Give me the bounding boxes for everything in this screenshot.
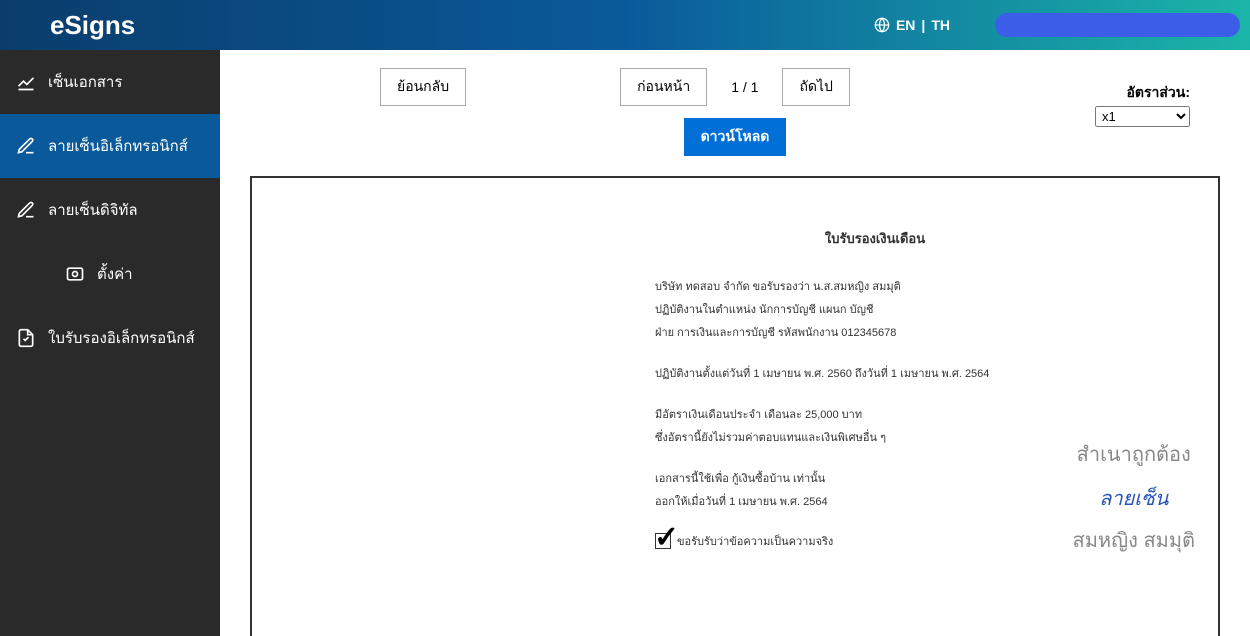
stamp-name: สมหญิง สมมุติ: [1073, 524, 1196, 556]
prev-page-button[interactable]: ก่อนหน้า: [620, 68, 707, 106]
page-indicator: 1 / 1: [723, 79, 766, 95]
sidebar-item-settings[interactable]: ตั้งค่า: [0, 242, 220, 306]
back-button[interactable]: ย้อนกลับ: [380, 68, 466, 106]
doc-line: บริษัท ทดสอบ จำกัด ขอรับรองว่า น.ส.สมหญิ…: [655, 277, 1095, 295]
sidebar-item-label: เซ็นเอกสาร: [48, 70, 122, 94]
sidebar-item-label: ลายเซ็นอิเล็กทรอนิกส์: [48, 134, 188, 158]
document-viewer: ใบรับรองเงินเดือน บริษัท ทดสอบ จำกัด ขอร…: [250, 176, 1220, 636]
sidebar-item-ecertificate[interactable]: ใบรับรองอิเล็กทรอนิกส์: [0, 306, 220, 370]
sidebar-item-esignature[interactable]: ลายเซ็นอิเล็กทรอนิกส์: [0, 114, 220, 178]
sidebar-item-label: ตั้งค่า: [97, 262, 133, 286]
next-page-button[interactable]: ถัดไป: [782, 68, 850, 106]
sidebar: เซ็นเอกสาร ลายเซ็นอิเล็กทรอนิกส์ ลายเซ็น…: [0, 50, 220, 636]
edit-icon: [16, 136, 36, 156]
document-page: ใบรับรองเงินเดือน บริษัท ทดสอบ จำกัด ขอร…: [615, 178, 1135, 636]
sidebar-item-sign-doc[interactable]: เซ็นเอกสาร: [0, 50, 220, 114]
sidebar-item-label: ใบรับรองอิเล็กทรอนิกส์: [48, 326, 195, 350]
stamp-correct: สำเนาถูกต้อง: [1073, 438, 1196, 470]
edit-icon: [16, 200, 36, 220]
doc-line: มีอัตราเงินเดือนประจำ เดือนละ 25,000 บาท: [655, 405, 1095, 423]
sidebar-item-label: ลายเซ็นดิจิทัล: [48, 198, 138, 222]
doc-line: ซึ่งอัตรานี้ยังไม่รวมค่าตอบแทนและเงินพิเ…: [655, 428, 1095, 446]
toolbar: ย้อนกลับ ก่อนหน้า 1 / 1 ถัดไป อัตราส่วน:…: [220, 50, 1250, 166]
lang-th[interactable]: TH: [931, 17, 950, 33]
ratio-select[interactable]: x1: [1095, 106, 1190, 127]
download-button[interactable]: ดาวน์โหลด: [684, 118, 787, 156]
top-header: eSigns EN | TH: [0, 0, 1250, 50]
confirmation-check: ✓ ขอรับรับว่าข้อความเป็นความจริง: [655, 532, 1095, 550]
doc-line: ปฏิบัติงานในตำแหน่ง นักการบัญชี แผนก บัญ…: [655, 300, 1095, 318]
ratio-label: อัตราส่วน:: [1095, 82, 1190, 104]
language-switcher[interactable]: EN | TH: [874, 17, 950, 33]
doc-line: ฝ่าย การเงินและการบัญชี รหัสพนักงาน 0123…: [655, 323, 1095, 341]
doc-line: ออกให้เมื่อวันที่ 1 เมษายน พ.ศ. 2564: [655, 492, 1095, 510]
pen-icon: [16, 72, 36, 92]
lang-en[interactable]: EN: [896, 17, 915, 33]
lang-divider: |: [921, 17, 925, 33]
main-content: ย้อนกลับ ก่อนหน้า 1 / 1 ถัดไป อัตราส่วน:…: [220, 50, 1250, 636]
header-action-pill[interactable]: [995, 13, 1240, 37]
cert-icon: [16, 328, 36, 348]
app-logo: eSigns: [50, 10, 135, 41]
check-text: ขอรับรับว่าข้อความเป็นความจริง: [677, 532, 833, 550]
doc-line: เอกสารนี้ใช้เพื่อ กู้เงินซื้อบ้าน เท่านั…: [655, 469, 1095, 487]
stamp-signature: ลายเซ็น: [1073, 482, 1196, 514]
doc-line: ปฏิบัติงานตั้งแต่วันที่ 1 เมษายน พ.ศ. 25…: [655, 364, 1095, 382]
doc-title: ใบรับรองเงินเดือน: [655, 228, 1095, 249]
sidebar-item-digital-sig[interactable]: ลายเซ็นดิจิทัล: [0, 178, 220, 242]
checkbox-icon: ✓: [655, 533, 671, 549]
globe-icon: [874, 17, 890, 33]
signature-stamp: สำเนาถูกต้อง ลายเซ็น สมหญิง สมมุติ: [1073, 438, 1196, 556]
settings-icon: [65, 264, 85, 284]
